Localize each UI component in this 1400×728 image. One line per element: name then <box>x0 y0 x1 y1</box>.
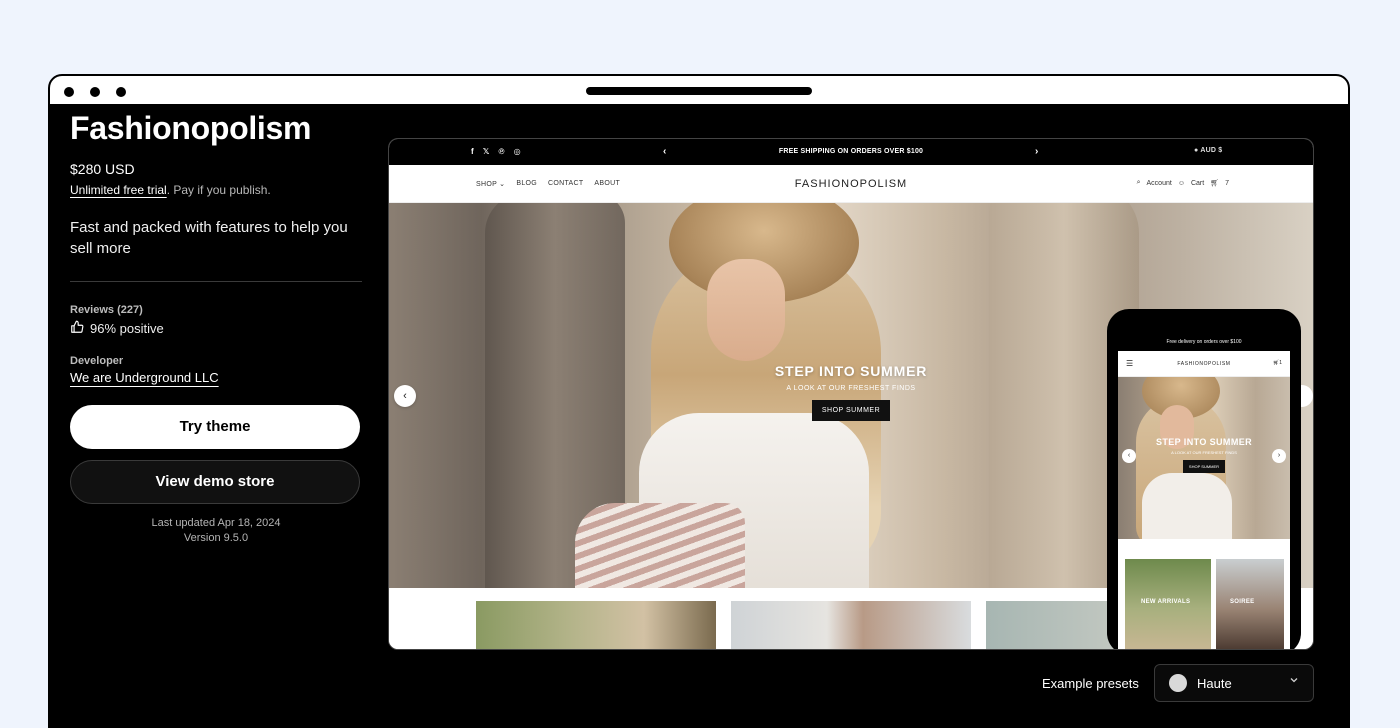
window-dot-close <box>64 87 74 97</box>
update-info: Last updated Apr 18, 2024 Version 9.5.0 <box>70 516 362 546</box>
mobile-preview: Free delivery on orders over $100 ☰ FASH… <box>1107 309 1301 649</box>
presets-label: Example presets <box>1042 676 1139 691</box>
mobile-hero: STEP INTO SUMMER A LOOK AT OUR FRESHEST … <box>1118 377 1290 539</box>
cart-link[interactable]: Cart <box>1191 180 1204 187</box>
thumbs-up-icon <box>70 320 84 337</box>
developer-label: Developer <box>70 355 124 367</box>
mobile-collection-card[interactable]: SOIREE <box>1216 559 1284 649</box>
mobile-collections: NEW ARRIVALS SOIREE <box>1118 549 1290 649</box>
window-dot-minimize <box>90 87 100 97</box>
collection-card[interactable] <box>476 601 716 649</box>
desktop-preview: f 𝕏 ℗ ◎ ‹ FREE SHIPPING ON ORDERS OVER $… <box>388 138 1314 650</box>
announcement-bar: f 𝕏 ℗ ◎ ‹ FREE SHIPPING ON ORDERS OVER $… <box>389 139 1313 165</box>
view-demo-store-button[interactable]: View demo store <box>70 460 360 504</box>
flag-icon: ● <box>1194 147 1199 154</box>
hero-image-model-jacket <box>575 503 745 588</box>
hero-text: STEP INTO SUMMER A LOOK AT OUR FRESHEST … <box>773 363 929 421</box>
currency-selector[interactable]: ● AUD $ <box>1194 147 1222 154</box>
search-icon[interactable]: ⌕ <box>1137 179 1141 187</box>
trial-info: Unlimited free trial. Pay if you publish… <box>70 183 362 197</box>
try-theme-button[interactable]: Try theme <box>70 405 360 449</box>
mobile-hero-image-top <box>1142 473 1232 539</box>
preset-select[interactable]: Haute <box>1154 664 1314 702</box>
browser-window: Fashionopolism $280 USD Unlimited free t… <box>48 74 1350 728</box>
trial-link[interactable]: Unlimited free trial <box>70 183 167 197</box>
mobile-collection-label: SOIREE <box>1230 599 1255 605</box>
browser-chrome <box>50 76 1348 106</box>
mobile-collection-label: NEW ARRIVALS <box>1141 599 1191 605</box>
address-bar <box>586 87 812 95</box>
announcement-next-icon[interactable]: › <box>1035 146 1039 157</box>
theme-price: $280 USD <box>70 161 135 177</box>
reviews-label: Reviews (227) <box>70 304 143 316</box>
mobile-screen: Free delivery on orders over $100 ☰ FASH… <box>1118 335 1290 649</box>
currency-label: AUD $ <box>1200 147 1223 154</box>
mobile-nav: ☰ FASHIONOPOLISM 🛒︎1 <box>1118 351 1290 377</box>
hero-image-model-face <box>707 259 785 361</box>
theme-tagline: Fast and packed with features to help yo… <box>70 219 348 257</box>
user-icon: ☺ <box>1177 179 1185 187</box>
trial-suffix: . Pay if you publish. <box>166 183 271 197</box>
mobile-hero-subheading: A LOOK AT OUR FRESHEST FINDS <box>1171 450 1237 455</box>
reviews-positive: 96% positive <box>90 321 164 336</box>
mobile-slide-next-icon[interactable]: › <box>1272 449 1286 463</box>
last-updated: Last updated Apr 18, 2024 <box>151 517 281 529</box>
theme-info-panel: Fashionopolism $280 USD Unlimited free t… <box>70 106 362 546</box>
mobile-hero-text: STEP INTO SUMMER A LOOK AT OUR FRESHEST … <box>1148 437 1260 473</box>
chevron-down-icon <box>1289 675 1299 688</box>
mobile-cart-count: 1 <box>1279 360 1282 366</box>
mobile-cart[interactable]: 🛒︎1 <box>1273 360 1282 366</box>
slide-prev-icon[interactable]: ‹ <box>394 385 416 407</box>
collection-card[interactable] <box>731 601 971 649</box>
mobile-slide-prev-icon[interactable]: ‹ <box>1122 449 1136 463</box>
divider <box>70 281 362 282</box>
cart-count: 7 <box>1225 179 1229 187</box>
developer-link[interactable]: We are Underground LLC <box>70 370 362 385</box>
account-link[interactable]: Account <box>1147 180 1172 187</box>
hero-heading: STEP INTO SUMMER <box>774 363 928 379</box>
cart-icon: 🛒︎ <box>1210 180 1220 187</box>
mobile-hero-heading: STEP INTO SUMMER <box>1155 437 1253 447</box>
nav-actions: ⌕ Account ☺ Cart 🛒︎ 7 <box>1137 179 1229 187</box>
reviews-summary: 96% positive <box>70 320 362 337</box>
store-nav: SHOP ⌄ BLOG CONTACT ABOUT FASHIONOPOLISM… <box>389 165 1313 203</box>
announcement-text: FREE SHIPPING ON ORDERS OVER $100 <box>778 148 924 155</box>
hero-subheading: A LOOK AT OUR FRESHEST FINDS <box>786 385 916 392</box>
mobile-brand[interactable]: FASHIONOPOLISM <box>1118 361 1290 367</box>
mobile-collection-card[interactable]: NEW ARRIVALS <box>1125 559 1211 649</box>
theme-title: Fashionopolism <box>70 110 312 146</box>
window-dot-maximize <box>116 87 126 97</box>
mobile-shop-summer-button[interactable]: SHOP SUMMER <box>1182 460 1226 473</box>
preset-selected: Haute <box>1197 675 1232 691</box>
version: Version 9.5.0 <box>183 532 249 544</box>
mobile-announcement: Free delivery on orders over $100 <box>1118 335 1290 351</box>
preset-swatch <box>1169 674 1187 692</box>
shop-summer-button[interactable]: SHOP SUMMER <box>811 400 891 421</box>
